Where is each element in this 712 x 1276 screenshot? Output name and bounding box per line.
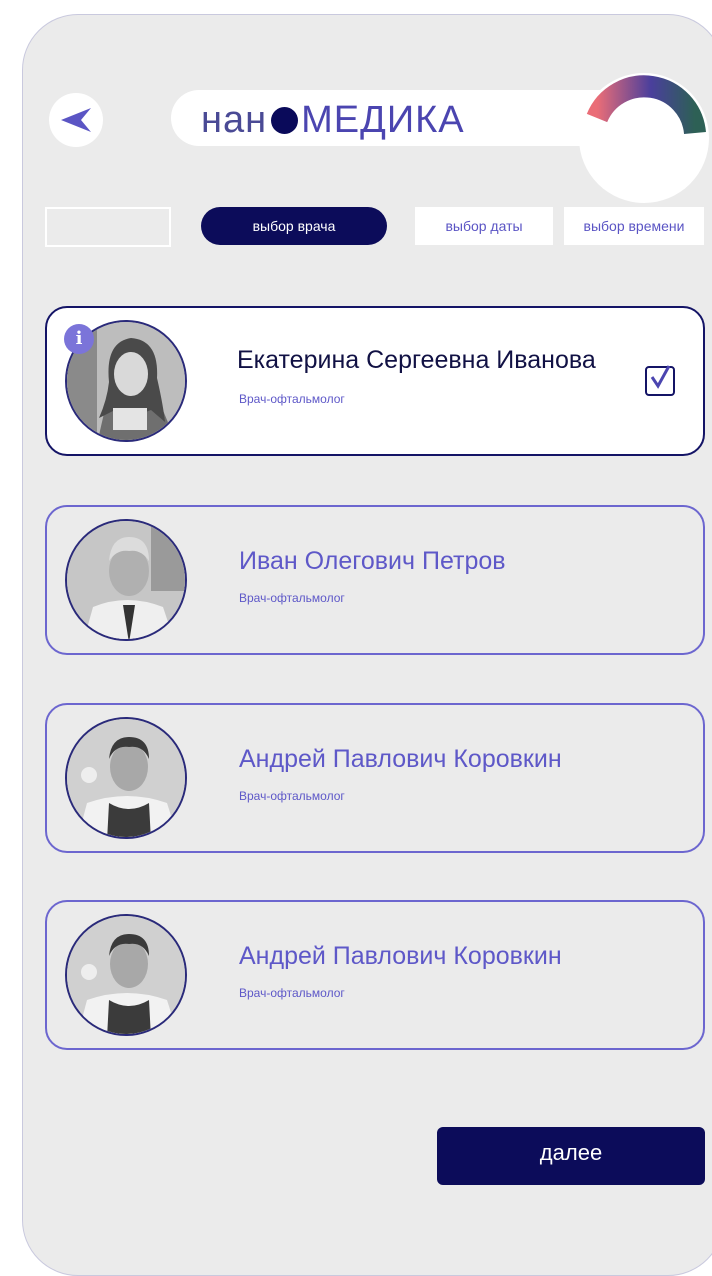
- doctor-name: Андрей Павлович Коровкин: [239, 942, 562, 970]
- doctor-name: Екатерина Сергеевна Иванова: [237, 346, 596, 374]
- doctor-card[interactable]: Иван Олегович Петров Врач-офтальмолог: [45, 505, 705, 655]
- phone-screen: нан МЕДИКА выбор врача выбор даты выбор в…: [22, 14, 712, 1276]
- doctor-card[interactable]: Андрей Павлович Коровкин Врач-офтальмоло…: [45, 703, 705, 853]
- doctor-avatar: [65, 519, 187, 641]
- doctor-card[interactable]: Андрей Павлович Коровкин Врач-офтальмоло…: [45, 900, 705, 1050]
- info-icon[interactable]: i: [64, 324, 94, 354]
- doctor-avatar: [65, 914, 187, 1036]
- doctor-specialty: Врач-офтальмолог: [239, 591, 345, 605]
- checkmark-icon: [650, 365, 671, 389]
- doctor-specialty: Врач-офтальмолог: [239, 986, 345, 1000]
- step-choose-time[interactable]: выбор времени: [564, 207, 704, 245]
- back-button[interactable]: [49, 93, 103, 147]
- step-empty[interactable]: [45, 207, 171, 247]
- step-choose-doctor[interactable]: выбор врача: [201, 207, 387, 245]
- doctor-avatar: [65, 717, 187, 839]
- doctor-specialty: Врач-офтальмолог: [239, 392, 345, 406]
- logo-dot-icon: [271, 107, 299, 134]
- progress-ring-icon: [579, 73, 709, 203]
- logo-text-prefix: нан: [201, 99, 268, 141]
- select-checkbox[interactable]: [645, 365, 675, 396]
- logo-text-main: МЕДИКА: [301, 99, 465, 141]
- doctor-card[interactable]: i Екатерина Сергеевна Иванова Врач-офтал…: [45, 306, 705, 456]
- back-arrow-icon: [61, 108, 91, 132]
- next-button[interactable]: далее: [437, 1127, 705, 1185]
- doctor-name: Андрей Павлович Коровкин: [239, 745, 562, 773]
- doctor-specialty: Врач-офтальмолог: [239, 789, 345, 803]
- doctor-name: Иван Олегович Петров: [239, 547, 506, 575]
- step-choose-date[interactable]: выбор даты: [415, 207, 553, 245]
- app-logo: нан МЕДИКА: [201, 95, 465, 145]
